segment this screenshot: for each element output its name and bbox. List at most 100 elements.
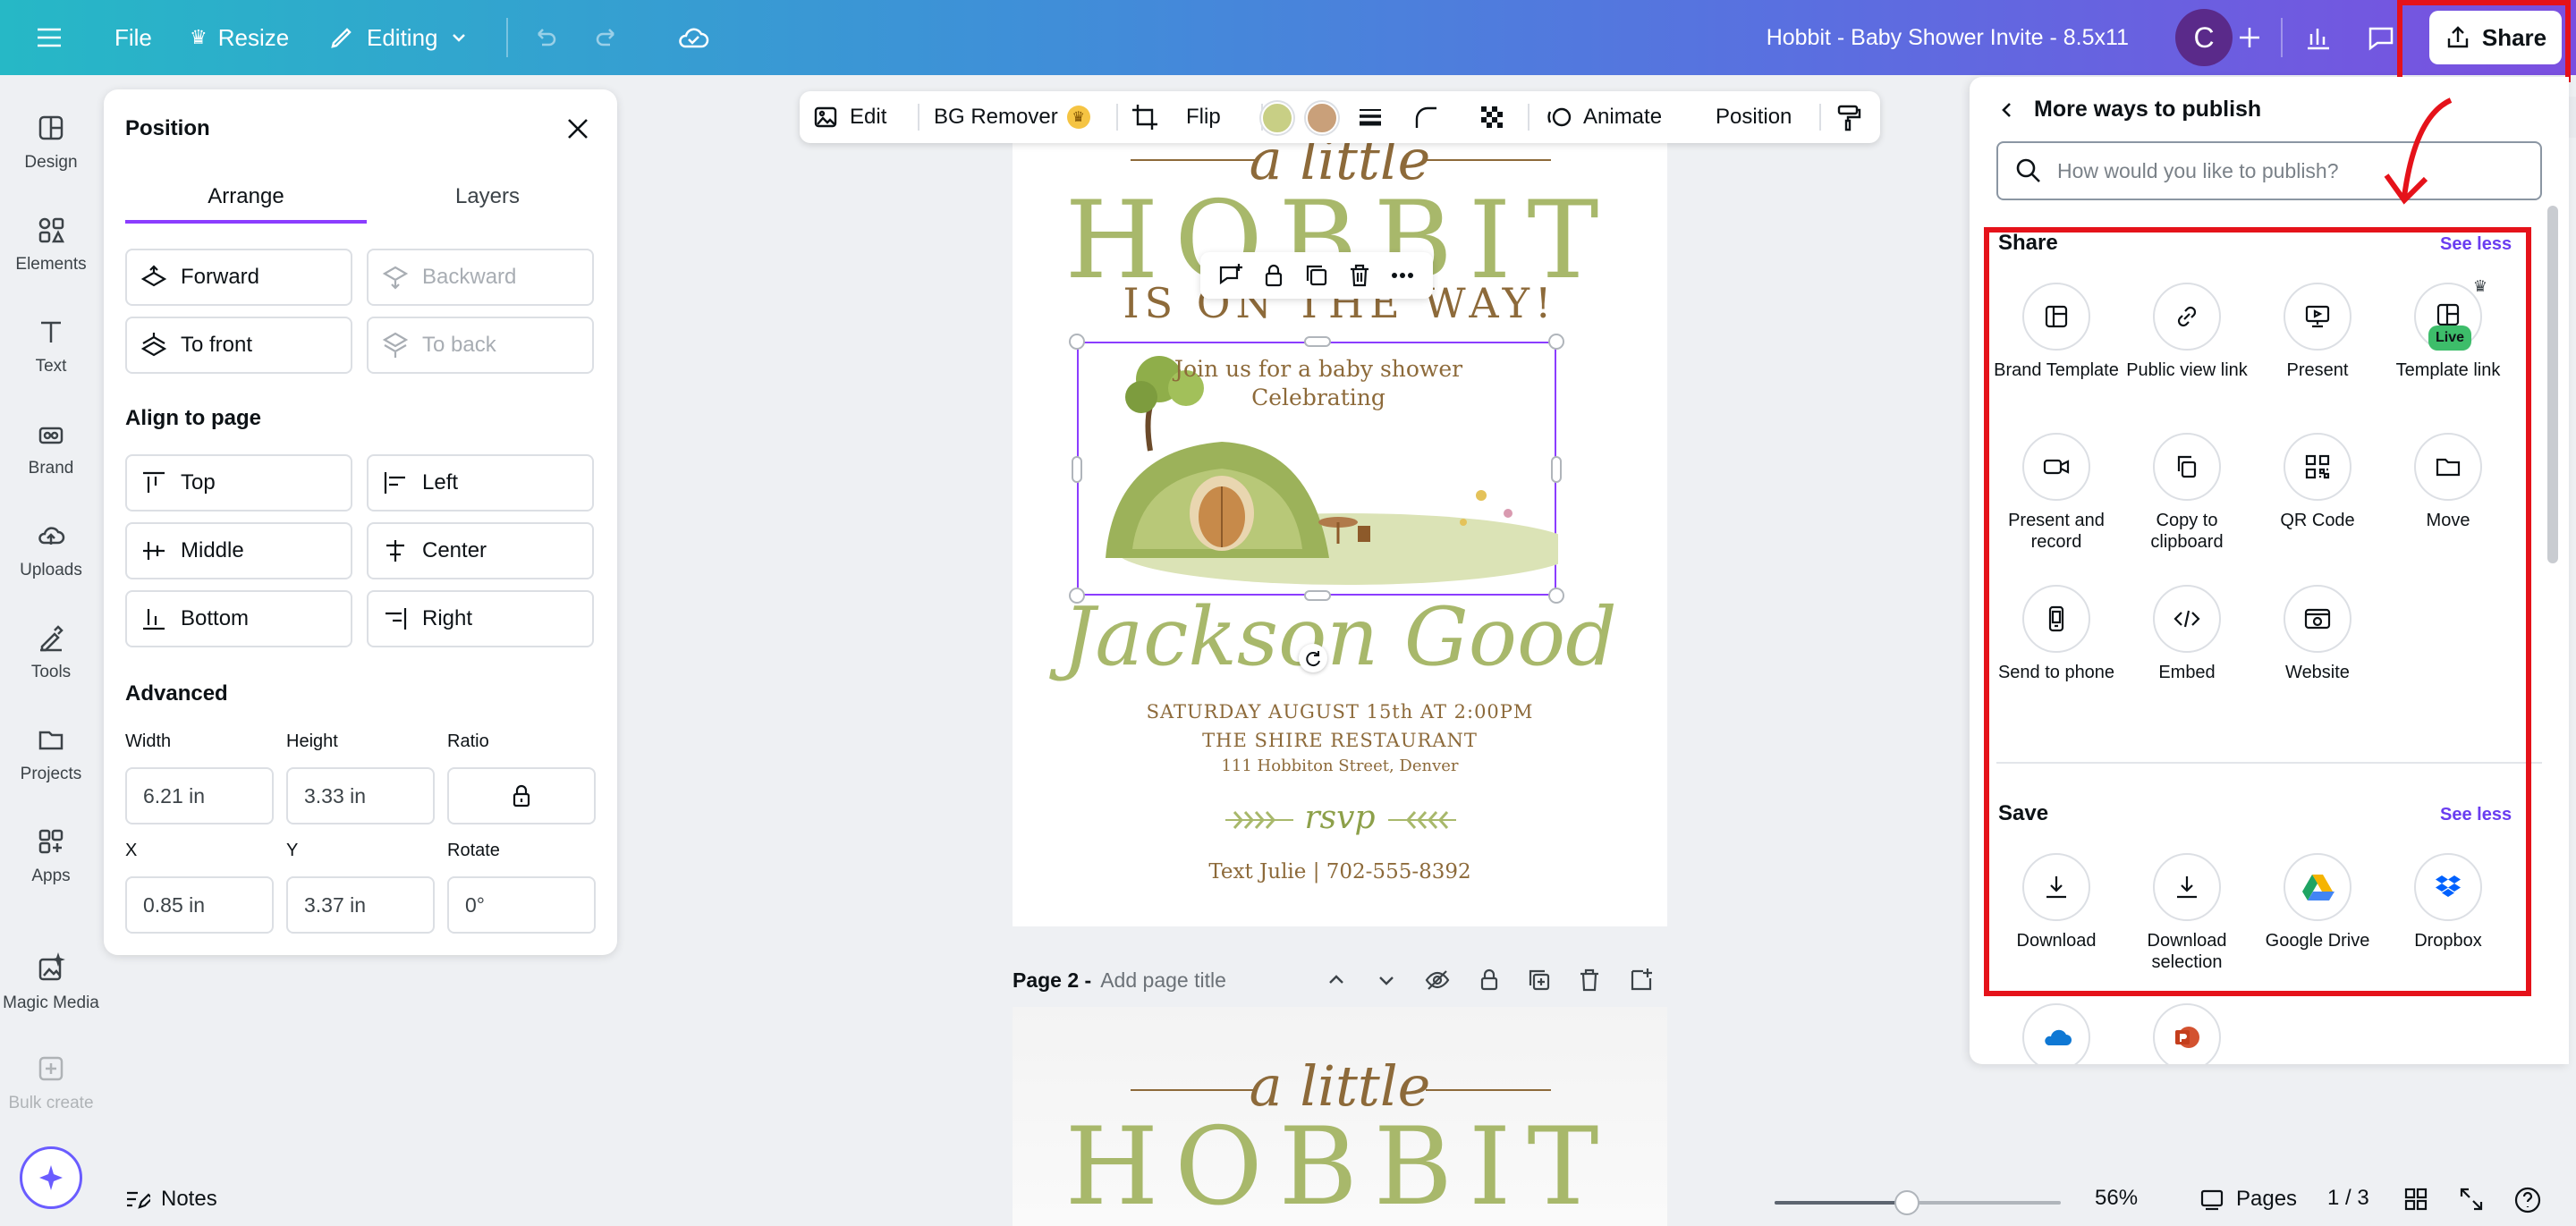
publish-panel-scrollbar[interactable] [2547, 206, 2558, 563]
align-bottom-button[interactable]: Bottom [125, 590, 352, 647]
rotate-handle[interactable] [1299, 644, 1327, 672]
align-left-button[interactable]: Left [367, 454, 594, 512]
document-title[interactable]: Hobbit - Baby Shower Invite - 8.5x11 [1753, 0, 2129, 75]
resize-handle[interactable] [1072, 456, 1082, 483]
resize-handle[interactable] [1551, 456, 1562, 483]
rail-item-magic-media[interactable]: Magic Media [0, 934, 102, 1032]
rail-item-uploads[interactable]: Uploads [0, 501, 102, 599]
backward-button[interactable]: Backward [367, 249, 594, 306]
bg-remover-button[interactable]: BG Remover ♛ [934, 91, 1090, 143]
back-to-share-button[interactable]: More ways to publish [1996, 97, 2261, 123]
trash-icon[interactable] [1576, 967, 1603, 993]
notes-icon [127, 1191, 150, 1209]
resize-button[interactable]: ♛ Resize [190, 0, 289, 75]
comment-add-icon[interactable] [1216, 261, 1245, 290]
resize-handle[interactable] [1069, 334, 1085, 350]
powerpoint-option[interactable] [2120, 1003, 2254, 1064]
zoom-level[interactable]: 56% [2095, 1186, 2138, 1211]
animate-button[interactable]: Animate [1546, 91, 1662, 143]
comments-button[interactable] [2365, 0, 2397, 75]
align-right-button[interactable]: Right [367, 590, 594, 647]
duplicate-page-icon[interactable] [1526, 967, 1553, 993]
rail-item-tools[interactable]: Tools [0, 603, 102, 701]
align-middle-button[interactable]: Middle [125, 522, 352, 579]
duplicate-icon[interactable] [1302, 261, 1331, 290]
zoom-slider-knob[interactable] [1894, 1190, 1919, 1215]
height-field[interactable]: 3.33 in [286, 767, 435, 824]
trash-icon[interactable] [1345, 261, 1374, 290]
position-button[interactable]: Position [1716, 91, 1792, 143]
to-back-button[interactable]: To back [367, 317, 594, 374]
rail-item-bulk-create[interactable]: Bulk create [0, 1034, 102, 1132]
add-page-icon[interactable] [1628, 967, 1655, 993]
crop-button[interactable] [1131, 91, 1159, 143]
lock-icon[interactable] [1259, 261, 1288, 290]
width-field[interactable]: 6.21 in [125, 767, 274, 824]
y-field[interactable]: 3.37 in [286, 876, 435, 934]
tab-layers[interactable]: Layers [367, 179, 608, 224]
forward-button[interactable]: Forward [125, 249, 352, 306]
magic-assistant-button[interactable] [20, 1146, 82, 1209]
zoom-slider[interactable] [1775, 1190, 2061, 1215]
pages-button[interactable]: Pages [2199, 1186, 2297, 1213]
resize-handle[interactable] [1304, 336, 1331, 347]
undo-button[interactable] [530, 0, 558, 75]
selected-image-frame[interactable]: Join us for a baby shower Celebrating [1077, 342, 1558, 596]
close-button[interactable] [560, 111, 596, 147]
rail-item-design[interactable]: Design [0, 93, 102, 191]
help-button[interactable] [2513, 1186, 2542, 1214]
flip-button[interactable]: Flip [1186, 91, 1221, 143]
rsvp-contact: Text Julie | 702-555-8392 [1208, 860, 1471, 884]
hide-page-icon[interactable] [1424, 967, 1451, 993]
chevron-up-icon[interactable] [1324, 968, 1349, 993]
notes-button[interactable]: Notes [123, 1186, 217, 1213]
color-swatch[interactable] [1261, 102, 1293, 134]
rail-item-apps[interactable]: Apps [0, 807, 102, 905]
avatar[interactable]: C [2175, 9, 2233, 66]
lock-icon[interactable] [1476, 967, 1503, 993]
ratio-lock-button[interactable] [447, 767, 596, 824]
align-center-button[interactable]: Center [367, 522, 594, 579]
resize-handle[interactable] [1548, 334, 1564, 350]
onedrive-option[interactable] [1989, 1003, 2123, 1064]
rail-item-elements[interactable]: Elements [0, 195, 102, 293]
line-weight-icon [1360, 109, 1381, 126]
cloud-save-button[interactable] [676, 0, 710, 75]
to-front-button[interactable]: To front [125, 317, 352, 374]
panel-title: Position [125, 116, 210, 140]
rail-item-brand[interactable]: Brand [0, 399, 102, 497]
backward-icon [382, 266, 409, 290]
design-page-2[interactable]: a little HOBBIT [1013, 1007, 1667, 1226]
color-swatch[interactable] [1306, 102, 1338, 134]
uploads-icon [38, 527, 65, 545]
copy-style-button[interactable] [1834, 91, 1862, 143]
file-menu[interactable]: File [114, 0, 152, 75]
x-field[interactable]: 0.85 in [125, 876, 274, 934]
border-style-button[interactable] [1356, 91, 1385, 143]
tab-arrange[interactable]: Arrange [125, 179, 367, 224]
add-collaborator-button[interactable] [2234, 0, 2265, 75]
divider [1528, 104, 1530, 131]
rail-item-projects[interactable]: Projects [0, 705, 102, 803]
advanced-section-title: Advanced [125, 681, 228, 706]
bulk-create-icon [38, 1056, 64, 1081]
rail-item-text[interactable]: Text [0, 297, 102, 395]
page-title-input[interactable]: Add page title [1100, 968, 1226, 993]
rotate-field[interactable]: 0° [447, 876, 596, 934]
design-page-1[interactable]: a little HOBBIT IS ON THE WAY! Join us f… [1013, 107, 1667, 926]
more-icon[interactable] [1388, 261, 1417, 290]
menu-icon[interactable] [34, 0, 64, 75]
edit-image-button[interactable]: Edit [812, 91, 886, 143]
corner-radius-icon [1415, 106, 1436, 128]
editing-mode-button[interactable]: Editing [327, 0, 469, 75]
grid-view-button[interactable] [2402, 1186, 2429, 1213]
chevron-down-icon[interactable] [1374, 968, 1399, 993]
cloud-check-icon [679, 28, 709, 48]
redo-button[interactable] [594, 0, 623, 75]
corner-rounding-button[interactable] [1411, 91, 1440, 143]
y-label: Y [286, 841, 299, 860]
transparency-button[interactable] [1478, 91, 1506, 143]
align-top-button[interactable]: Top [125, 454, 352, 512]
insights-button[interactable] [2302, 0, 2334, 75]
fullscreen-button[interactable] [2458, 1186, 2485, 1213]
